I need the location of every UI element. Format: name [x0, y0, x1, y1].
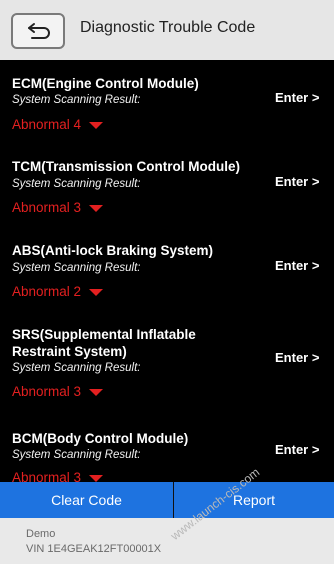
- result-abnormal[interactable]: Abnormal 3: [12, 200, 104, 215]
- scan-result-label: System Scanning Result:: [12, 94, 141, 106]
- scan-result-label: System Scanning Result:: [12, 449, 141, 461]
- page-title: Diagnostic Trouble Code: [80, 19, 256, 36]
- result-text: Abnormal 3: [12, 200, 82, 215]
- module-name: ECM(Engine Control Module): [12, 76, 199, 91]
- scan-result-label: System Scanning Result:: [12, 262, 141, 274]
- result-abnormal[interactable]: Abnormal 4: [12, 117, 104, 132]
- action-bar: Clear Code Report: [0, 482, 334, 518]
- scan-result-label: System Scanning Result:: [12, 178, 141, 190]
- header-bar: Diagnostic Trouble Code: [0, 0, 334, 60]
- list-item-ecm[interactable]: ECM(Engine Control Module) System Scanni…: [0, 60, 334, 152]
- return-arrow-icon: [28, 23, 50, 39]
- enter-button[interactable]: Enter >: [275, 258, 319, 273]
- module-name: SRS(Supplemental Inflatable Restraint Sy…: [12, 327, 196, 359]
- vehicle-status-bar: Demo VIN 1E4GEAK12FT00001X: [0, 518, 334, 564]
- result-text: Abnormal 3: [12, 384, 82, 399]
- clear-code-button[interactable]: Clear Code: [0, 482, 173, 518]
- result-text: Abnormal 2: [12, 284, 82, 299]
- caret-down-icon: [89, 204, 104, 212]
- result-abnormal[interactable]: Abnormal 3: [12, 384, 104, 399]
- enter-button[interactable]: Enter >: [275, 350, 319, 365]
- caret-down-icon: [89, 288, 104, 296]
- list-item-bcm[interactable]: BCM(Body Control Module) System Scanning…: [0, 426, 334, 482]
- result-text: Abnormal 4: [12, 117, 82, 132]
- caret-down-icon: [89, 121, 104, 129]
- enter-button[interactable]: Enter >: [275, 442, 319, 457]
- result-text: Abnormal 3: [12, 470, 82, 482]
- caret-down-icon: [89, 388, 104, 396]
- list-item-srs[interactable]: SRS(Supplemental Inflatable Restraint Sy…: [0, 324, 334, 426]
- result-abnormal[interactable]: Abnormal 3: [12, 470, 104, 482]
- module-name: TCM(Transmission Control Module): [12, 159, 240, 174]
- scan-result-label: System Scanning Result:: [12, 362, 141, 374]
- list-item-tcm[interactable]: TCM(Transmission Control Module) System …: [0, 152, 334, 244]
- module-name: BCM(Body Control Module): [12, 431, 189, 446]
- caret-down-icon: [89, 474, 104, 482]
- result-abnormal[interactable]: Abnormal 2: [12, 284, 104, 299]
- list-item-abs[interactable]: ABS(Anti-lock Braking System) System Sca…: [0, 238, 334, 324]
- vin-label: VIN 1E4GEAK12FT00001X: [26, 543, 162, 555]
- module-name: ABS(Anti-lock Braking System): [12, 243, 214, 258]
- back-button[interactable]: [11, 13, 65, 49]
- mode-label: Demo: [26, 528, 56, 540]
- module-list[interactable]: ECM(Engine Control Module) System Scanni…: [0, 60, 334, 482]
- enter-button[interactable]: Enter >: [275, 90, 319, 105]
- enter-button[interactable]: Enter >: [275, 174, 319, 189]
